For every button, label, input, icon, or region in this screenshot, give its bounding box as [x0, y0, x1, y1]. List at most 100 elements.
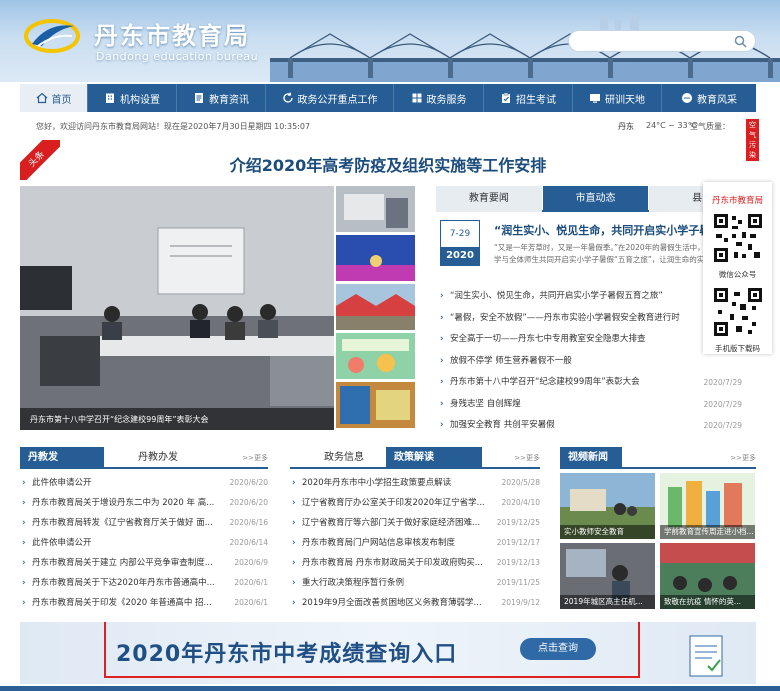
video-thumbnail[interactable]: 2019年城区高主任机... [560, 543, 655, 609]
nav-item-admission[interactable]: 招生考试 [484, 84, 573, 112]
list-item-date: 2020/6/20 [229, 478, 268, 487]
monitor-icon [590, 94, 600, 103]
list-item[interactable]: 2020年丹东市中小学招生政策要点解读 2020/5/28 [290, 473, 540, 493]
query-button[interactable]: 点击查询 [520, 638, 596, 660]
air-quality-label: 空气质量： [690, 122, 730, 131]
nav-item-training[interactable]: 研训天地 [573, 84, 662, 112]
video-news-header: 视频新闻 >>更多 [560, 447, 756, 469]
footer-strip [0, 686, 780, 691]
list-item[interactable]: 丹东市第十八中学召开“纪念建校99周年”表彰大会 2020/7/29 [440, 372, 756, 394]
list-item-title: 辽宁省教育厅等六部门关于做好家庭经济困难... [302, 518, 481, 528]
list-item-title: 丹东市教育局转发《辽宁省教育厅关于做好 面... [32, 518, 213, 528]
tab-policy-interpretation[interactable]: 政策解读 [386, 447, 482, 469]
tab-gov-info[interactable]: 政务信息 [316, 447, 372, 469]
exam-score-banner[interactable]: 2020年丹东市中考成绩查询入口 点击查询 [20, 622, 756, 684]
message-icon [682, 93, 692, 103]
thumbnail-image [336, 235, 415, 281]
logo-icon [24, 19, 80, 53]
tab-dandong-jiaofa[interactable]: 丹教发 [20, 447, 104, 469]
list-item[interactable]: 此件依申请公开 2020/6/14 [20, 533, 268, 553]
photo-thumbnail[interactable] [336, 186, 415, 232]
list-item[interactable]: 丹东市教育局关于下达2020年丹东市普通高中... 2020/6/1 [20, 573, 268, 593]
tab-label: 政策解读 [394, 452, 434, 463]
thumbnail-image [336, 284, 415, 330]
list-item-date: 2020/6/9 [234, 558, 268, 567]
video-caption: 致敬在抗疫 情怀的英... [660, 595, 755, 609]
site-title: 丹东市教育局 [94, 22, 250, 50]
list-item-date: 2020/6/14 [229, 538, 268, 547]
list-item[interactable]: 丹东市教育局关于印发《2020 年普通高中 招... 2020/6/1 [20, 593, 268, 613]
list-item[interactable]: 辽宁省教育厅等六部门关于做好家庭经济困难... 2019/12/25 [290, 513, 540, 533]
refresh-icon [282, 92, 293, 103]
tab-dandong-jiaobanfa[interactable]: 丹教办发 [130, 447, 186, 469]
document-icon [195, 93, 203, 103]
qr-label-wechat: 微信公众号 [718, 270, 757, 279]
list-item-date: 2019/9/12 [501, 598, 540, 607]
search-box [568, 30, 756, 52]
mobile-qr-code-icon[interactable] [711, 286, 764, 338]
search-input[interactable] [577, 31, 737, 51]
policy-list: 2020年丹东市中小学招生政策要点解读 2020/5/28 辽宁省教育厅办公室关于… [290, 473, 540, 613]
list-item-title: 放假不停学 师生营养暑假不一般 [450, 355, 572, 366]
video-thumbnail[interactable]: 学前教育宣传周走进小档... [660, 473, 755, 539]
list-item[interactable]: 加强安全教育 共创平安暑假 2020/7/29 [440, 415, 756, 437]
nav-item-news[interactable]: 教育资讯 [177, 84, 266, 112]
featured-year: 2020 [441, 247, 479, 265]
list-item[interactable]: 丹东市教育局关于建立 内部公平竞争审查制度... 2020/6/9 [20, 553, 268, 573]
list-item-title: 丹东市第十八中学召开“纪念建校99周年”表彰大会 [450, 377, 640, 387]
headline-title[interactable]: 介绍2020年高考防疫及组织实施等工作安排 [20, 152, 756, 176]
photo-thumbnail[interactable] [336, 284, 415, 330]
list-item[interactable]: 丹东市教育局 丹东市财政局关于印发政府购买... 2019/12/13 [290, 553, 540, 573]
nav-label: 教育资讯 [209, 94, 249, 106]
wechat-qr-code-icon[interactable] [711, 212, 764, 264]
qr-code-panel: 丹东市教育局 微信公众号 手机版下载码 [703, 182, 772, 354]
weather-city: 丹东 [618, 122, 634, 131]
more-link[interactable]: >>更多 [242, 453, 268, 463]
list-item-title: 辽宁省教育厅办公室关于印发2020年辽宁省学... [302, 498, 485, 508]
featured-month-day: 7-29 [449, 229, 471, 239]
list-item[interactable]: 此件依申请公开 2020/6/20 [20, 473, 268, 493]
more-link[interactable]: >>更多 [514, 453, 540, 463]
list-item[interactable]: 2019年9月全面改善贫困地区义务教育薄弱学... 2019/9/12 [290, 593, 540, 613]
tab-city-news[interactable]: 市直动态 [542, 186, 649, 212]
photo-thumbnail[interactable] [336, 382, 415, 428]
clipboard-icon [502, 92, 510, 103]
list-item-title: 重大行政决策程序暂行条例 [302, 578, 405, 588]
list-item-title: 2020年丹东市中小学招生政策要点解读 [302, 478, 452, 488]
list-item-date: 2020/7/29 [703, 378, 742, 387]
list-item[interactable]: 重大行政决策程序暂行条例 2019/11/25 [290, 573, 540, 593]
photo-thumbnail[interactable] [336, 333, 415, 379]
nav-item-institutions[interactable]: 机构设置 [88, 84, 177, 112]
nav-item-gov-service[interactable]: 政务服务 [394, 84, 484, 112]
list-item-title: “暑假，安全不放假”——丹东市实验小学暑假安全教育进行时 [450, 312, 680, 323]
nav-item-home[interactable]: 首页 [20, 84, 88, 112]
nav-label: 教育风采 [697, 94, 737, 106]
list-item-title: 身残志坚 自创辉煌 [450, 398, 521, 409]
search-icon[interactable] [734, 35, 747, 48]
list-item[interactable]: 丹东市教育局门户网站信息审核发布制度 2019/12/17 [290, 533, 540, 553]
grid-icon [412, 93, 421, 103]
list-item-date: 2019/12/17 [496, 538, 540, 547]
list-item-title: 丹东市教育局 丹东市财政局关于印发政府购买... [302, 558, 483, 568]
banner-title: 2020年丹东市中考成绩查询入口 [116, 642, 458, 667]
tab-education-news[interactable]: 教育要闻 [436, 186, 542, 212]
video-thumbnail[interactable]: 实小教师安全教育 [560, 473, 655, 539]
nav-item-gov-open[interactable]: 政务公开重点工作 [266, 84, 394, 112]
list-item[interactable]: 丹东市教育局关于增设丹东二中为 2020 年 高... 2020/6/20 [20, 493, 268, 513]
main-news-photo[interactable]: 丹东市第十八中学召开“纪念建校99周年”表彰大会 [20, 186, 334, 430]
list-item[interactable]: 辽宁省教育厅办公室关于印发2020年辽宁省学... 2020/4/10 [290, 493, 540, 513]
thumbnail-image [336, 186, 415, 232]
video-thumbnail[interactable]: 致敬在抗疫 情怀的英... [660, 543, 755, 609]
building-icon [106, 93, 114, 103]
list-item-date: 2019/12/25 [496, 518, 540, 527]
more-link[interactable]: >>更多 [730, 453, 756, 463]
photo-thumbnail[interactable] [336, 235, 415, 281]
headline-section: 头条 介绍2020年高考防疫及组织实施等工作安排 [20, 140, 756, 180]
list-item[interactable]: 身残志坚 自创辉煌 2020/7/29 [440, 394, 756, 416]
list-item-date: 2020/6/20 [229, 498, 268, 507]
list-item[interactable]: 丹东市教育局转发《辽宁省教育厅关于做好 面... 2020/6/16 [20, 513, 268, 533]
video-news-panel: 视频新闻 >>更多 实小教师安全教育 学前教育宣传周走进小档... 2019年城… [560, 447, 756, 615]
nav-item-style[interactable]: 教育风采 [662, 84, 756, 112]
video-caption: 实小教师安全教育 [560, 525, 655, 539]
tab-video-news[interactable]: 视频新闻 [560, 447, 622, 469]
